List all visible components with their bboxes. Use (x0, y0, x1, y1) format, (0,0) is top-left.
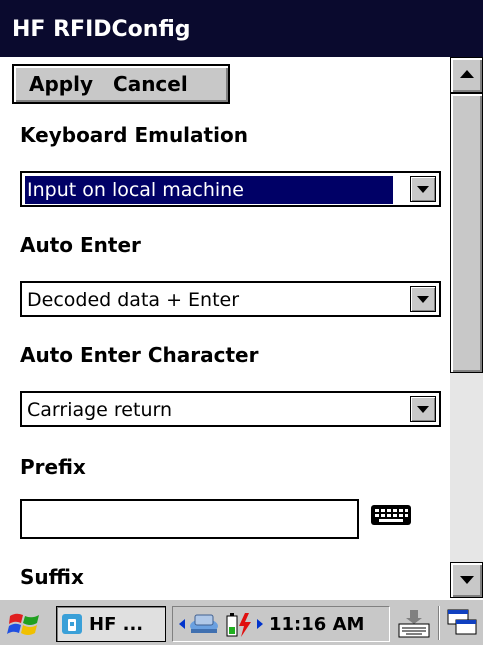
desktop-icon[interactable] (446, 608, 478, 638)
chevron-down-icon[interactable] (410, 396, 436, 422)
windows-start-icon[interactable] (6, 608, 44, 640)
network-icon[interactable] (187, 611, 221, 637)
window-title: HF RFIDConfig (0, 0, 483, 57)
settings-panel: Apply Cancel Keyboard Emulation Input on… (0, 57, 450, 598)
keyboard-emulation-label: Keyboard Emulation (20, 123, 248, 147)
auto-enter-character-value: Carriage return (27, 399, 173, 421)
chevron-down-icon[interactable] (410, 176, 436, 202)
menu-bar: Apply Cancel (12, 64, 230, 104)
keyboard-emulation-value: Input on local machine (25, 176, 393, 204)
scroll-up-button[interactable] (450, 57, 483, 93)
suffix-label: Suffix (20, 565, 84, 589)
battery-icon[interactable] (223, 611, 253, 639)
input-panel-icon[interactable] (396, 606, 432, 640)
taskbar-divider (438, 606, 440, 640)
scroll-down-button[interactable] (450, 562, 483, 598)
cancel-button[interactable]: Cancel (103, 72, 198, 96)
auto-enter-character-select[interactable]: Carriage return (20, 391, 441, 427)
auto-enter-select[interactable]: Decoded data + Enter (20, 281, 441, 317)
clock[interactable]: 11:16 AM (269, 613, 364, 637)
prefix-label: Prefix (20, 455, 86, 479)
tray-right-arrow-icon[interactable] (257, 619, 263, 629)
vertical-scrollbar[interactable] (450, 57, 483, 598)
auto-enter-label: Auto Enter (20, 233, 141, 257)
chevron-down-icon[interactable] (410, 286, 436, 312)
keyboard-icon[interactable] (370, 504, 412, 526)
scroll-thumb[interactable] (450, 93, 483, 373)
keyboard-emulation-select[interactable]: Input on local machine (20, 171, 441, 207)
auto-enter-character-label: Auto Enter Character (20, 343, 259, 367)
rfid-app-icon (62, 614, 82, 634)
taskbar-app-label: HF ... (89, 614, 144, 635)
apply-button[interactable]: Apply (14, 72, 103, 96)
taskbar: HF ... 11:16 AM (0, 598, 483, 645)
prefix-input[interactable] (20, 499, 359, 539)
auto-enter-value: Decoded data + Enter (27, 289, 240, 311)
taskbar-app-button[interactable]: HF ... (56, 606, 166, 642)
system-tray: 11:16 AM (172, 606, 390, 642)
tray-left-arrow-icon[interactable] (179, 619, 185, 629)
